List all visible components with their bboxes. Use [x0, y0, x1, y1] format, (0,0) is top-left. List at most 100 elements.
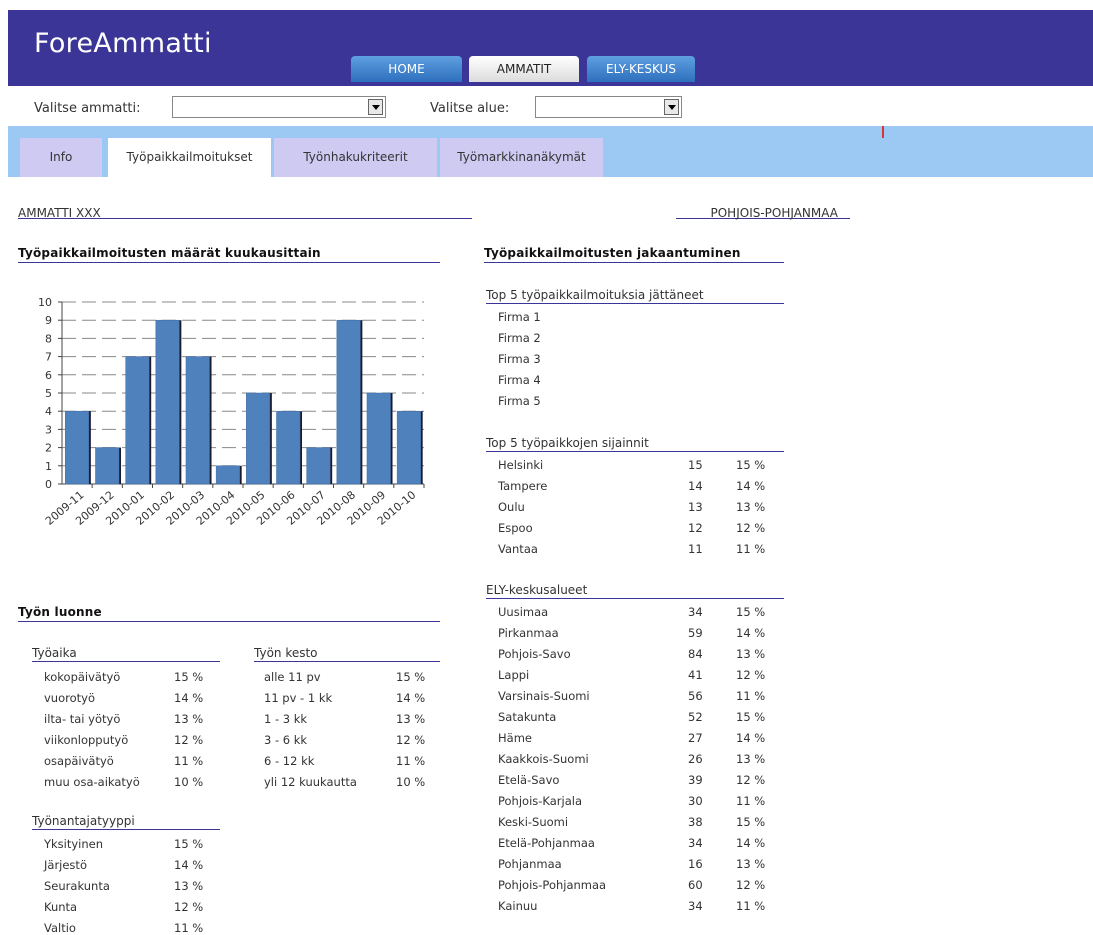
row-label: Lappi [498, 668, 530, 682]
row-count: 84 [688, 647, 703, 661]
row-count: 34 [688, 605, 703, 619]
row-count: 41 [688, 668, 703, 682]
row-label: Oulu [498, 500, 525, 514]
y-tick-label: 1 [45, 460, 52, 473]
row-label: Pirkanmaa [498, 626, 559, 640]
bar [336, 319, 361, 485]
row-count: 15 [688, 458, 703, 472]
top-locations-title: Top 5 työpaikkojen sijainnit [486, 436, 784, 452]
row-percent: 13 % [396, 712, 426, 726]
row-label: Varsinais-Suomi [498, 689, 590, 703]
row-label: Vantaa [498, 542, 538, 556]
row-percent: 15 % [396, 670, 426, 684]
nav-home-button[interactable]: HOME [351, 56, 462, 82]
row-label: Pohjois-Savo [498, 647, 571, 661]
row-percent: 10 % [174, 775, 204, 789]
tab-tyomarkkinanakymat[interactable]: Työmarkkinanäkymät [440, 138, 603, 177]
jakautuminen-title: Työpaikkailmoitusten jakaantuminen [484, 246, 784, 263]
alue-name: POHJOIS-POHJANMAA [710, 206, 839, 220]
row-percent: 15 % [736, 710, 766, 724]
row-label: 11 pv - 1 kk [264, 691, 333, 705]
nav-ammatit-button[interactable]: AMMATIT [469, 56, 579, 82]
row-count: 30 [688, 794, 703, 808]
kesto-title: Työn kesto [254, 646, 440, 662]
ammatti-select[interactable] [172, 96, 386, 118]
row-percent: 13 % [174, 879, 204, 893]
row-percent: 11 % [736, 794, 766, 808]
row-label: Uusimaa [498, 605, 549, 619]
row-label: ilta- tai yötyö [44, 712, 121, 726]
row-label: Seurakunta [44, 879, 110, 893]
row-label: Etelä-Savo [498, 773, 560, 787]
row-percent: 11 % [396, 754, 426, 768]
bar [366, 392, 391, 485]
row-count: 52 [688, 710, 703, 724]
luonne-section-title: Työn luonne [18, 605, 440, 622]
row-label: 3 - 6 kk [264, 733, 308, 747]
row-count: 38 [688, 815, 703, 829]
row-percent: 14 % [736, 626, 766, 640]
row-count: 59 [688, 626, 703, 640]
row-label: Tampere [498, 479, 548, 493]
chevron-down-icon[interactable] [368, 99, 383, 115]
tyoaika-title: Työaika [32, 646, 220, 662]
row-percent: 12 % [736, 878, 766, 892]
row-label: osapäivätyö [44, 754, 114, 768]
row-count: 34 [688, 836, 703, 850]
row-label: Kaakkois-Suomi [498, 752, 589, 766]
row-percent: 12 % [174, 733, 204, 747]
row-percent: 12 % [736, 521, 766, 535]
bar [215, 465, 240, 485]
row-count: 56 [688, 689, 703, 703]
tab-tyopaikkailmoitukset[interactable]: Työpaikkailmoitukset [108, 138, 271, 177]
firm-item: Firma 2 [498, 331, 541, 345]
y-tick-label: 6 [45, 369, 52, 382]
y-tick-label: 10 [38, 296, 52, 309]
monthly-postings-chart: 0123456789102009-112009-122010-012010-02… [38, 296, 425, 528]
bar [125, 356, 150, 485]
row-label: Järjestö [44, 858, 87, 872]
bar [65, 410, 90, 485]
row-label: Kainuu [498, 899, 538, 913]
row-percent: 10 % [396, 775, 426, 789]
firm-item: Firma 4 [498, 373, 541, 387]
row-label: alle 11 pv [264, 670, 321, 684]
bar [185, 356, 210, 485]
y-tick-label: 4 [45, 405, 52, 418]
row-percent: 14 % [174, 691, 204, 705]
y-tick-label: 3 [45, 423, 52, 436]
tab-info[interactable]: Info [20, 138, 102, 177]
row-label: Pohjanmaa [498, 857, 562, 871]
ammatti-name: AMMATTI XXX [18, 206, 101, 220]
row-count: 16 [688, 857, 703, 871]
row-count: 13 [688, 500, 703, 514]
bar [95, 447, 120, 485]
row-count: 11 [688, 542, 703, 556]
app-title: ForeAmmatti [34, 28, 212, 59]
row-count: 26 [688, 752, 703, 766]
nav-ely-button[interactable]: ELY-KESKUS [587, 56, 695, 82]
row-label: Yksityinen [44, 837, 104, 851]
row-count: 14 [688, 479, 703, 493]
ammatti-context: AMMATTI XXX [18, 202, 472, 220]
chevron-down-icon[interactable] [664, 99, 679, 115]
row-percent: 15 % [736, 458, 766, 472]
row-label: 6 - 12 kk [264, 754, 315, 768]
firm-item: Firma 5 [498, 394, 541, 408]
row-count: 27 [688, 731, 703, 745]
row-label: Espoo [498, 521, 533, 535]
row-count: 60 [688, 878, 703, 892]
tab-tyonhakukriteerit[interactable]: Työnhakukriteerit [274, 138, 437, 177]
row-percent: 12 % [174, 900, 204, 914]
row-percent: 15 % [736, 605, 766, 619]
row-label: yli 12 kuukautta [264, 775, 357, 789]
row-percent: 14 % [396, 691, 426, 705]
alue-select[interactable] [535, 96, 682, 118]
row-percent: 13 % [736, 752, 766, 766]
row-label: Satakunta [498, 710, 557, 724]
row-label: viikonlopputyö [44, 733, 129, 747]
row-label: Valtio [44, 921, 76, 935]
row-percent: 15 % [174, 837, 204, 851]
row-label: vuorotyö [44, 691, 95, 705]
y-tick-label: 0 [45, 478, 52, 491]
